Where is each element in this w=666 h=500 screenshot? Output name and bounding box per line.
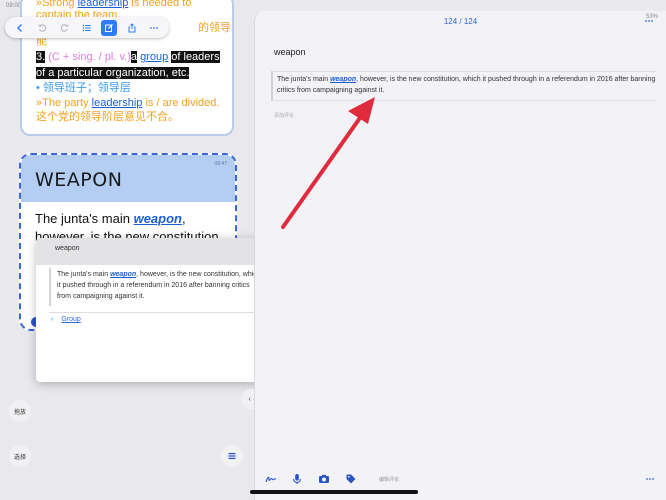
bottom-toolbar: 编辑评论	[255, 470, 666, 490]
more-options-icon[interactable]	[644, 18, 654, 24]
chinese-definition: • 领导班子；领导层	[36, 82, 131, 94]
example-sentence: »The party leadership is / are divided.	[36, 97, 220, 109]
popup-divider	[49, 312, 261, 313]
detail-example-quote: The junta's main weapon, however, is the…	[271, 71, 657, 101]
card-title: WEAPON	[35, 169, 123, 191]
drag-drop-button[interactable]: 拖放	[9, 400, 31, 422]
card-timestamp: 09:47	[214, 161, 227, 167]
redo-icon[interactable]	[57, 20, 73, 36]
edit-icon[interactable]	[101, 19, 118, 36]
tag-icon[interactable]	[345, 473, 357, 485]
card-keyword[interactable]: weapon	[134, 211, 182, 226]
example-translation: 这个党的领导阶层意见不合。	[36, 111, 179, 123]
right-pane: 53% 124 / 124 weapon The junta's main we…	[254, 11, 666, 500]
undo-icon[interactable]	[34, 20, 50, 36]
select-button[interactable]: 选择	[9, 445, 31, 467]
status-time: 09:00	[6, 3, 22, 9]
camera-icon[interactable]	[318, 473, 330, 485]
chevron-left-icon: ‹	[51, 316, 54, 323]
definition-line-1: 3. (C + sing. / pl. v.)a group of leader…	[36, 51, 220, 63]
popup-header: weapon	[36, 238, 280, 265]
detail-word: weapon	[274, 47, 306, 57]
card-header: WEAPON 09:47	[21, 155, 235, 202]
share-icon[interactable]	[124, 20, 140, 36]
menu-icon	[228, 453, 236, 459]
card-counter: 124 / 124	[443, 17, 478, 26]
add-comment-field[interactable]: 添加评论	[274, 112, 294, 119]
popup-group-link[interactable]: ‹ Group	[51, 316, 81, 323]
definition-line-2: of a particular organization, etc.	[36, 67, 190, 79]
back-icon[interactable]	[12, 20, 28, 36]
popup-example-quote: The junta's main weapon, however, is the…	[49, 268, 261, 306]
bottom-more-icon[interactable]	[645, 476, 655, 482]
microphone-icon[interactable]	[291, 473, 303, 485]
floating-toolbar	[5, 17, 169, 38]
menu-button[interactable]	[221, 445, 243, 467]
more-icon[interactable]	[146, 20, 162, 36]
list-icon[interactable]	[79, 20, 95, 36]
home-indicator	[250, 490, 418, 494]
popup-word: weapon	[55, 245, 80, 252]
left-pane: 09:00 »Strong leadership is needed to ca…	[0, 0, 280, 500]
handwriting-icon[interactable]	[265, 473, 277, 485]
card1-line-3: 的领导才	[198, 22, 232, 34]
word-popup: weapon The junta's main weapon, however,…	[36, 238, 280, 382]
edit-comment-field[interactable]: 编辑评论	[379, 476, 399, 483]
